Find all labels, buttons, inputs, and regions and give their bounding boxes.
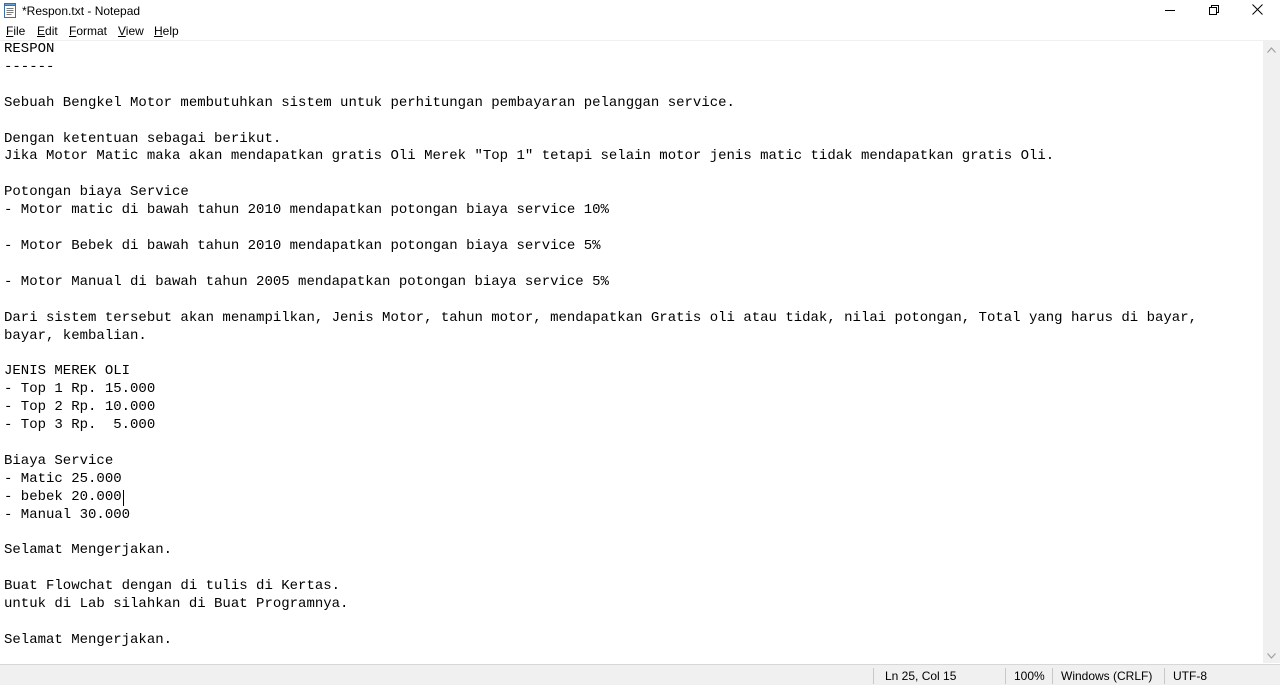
zoom-level: 100%	[1014, 669, 1045, 683]
menu-view[interactable]: View	[118, 24, 144, 38]
menu-view-accelerator: V	[118, 24, 126, 38]
minimize-icon	[1165, 2, 1175, 20]
encoding: UTF-8	[1173, 669, 1207, 683]
menu-view-label: iew	[125, 24, 144, 38]
status-separator	[1005, 668, 1006, 684]
text-editor[interactable]: RESPON ------ Sebuah Bengkel Motor membu…	[0, 40, 1263, 664]
restore-button[interactable]	[1191, 0, 1237, 21]
menu-format[interactable]: Format	[69, 24, 107, 38]
scroll-down-button[interactable]	[1263, 646, 1280, 663]
menu-edit[interactable]: Edit	[37, 24, 58, 38]
window-title: *Respon.txt - Notepad	[22, 4, 141, 18]
status-separator	[873, 668, 874, 684]
menu-file[interactable]: File	[6, 24, 25, 38]
minimize-button[interactable]	[1147, 0, 1193, 21]
cursor-position: Ln 25, Col 15	[885, 669, 957, 683]
menu-help-accelerator: H	[154, 24, 163, 38]
status-separator	[1052, 668, 1053, 684]
notepad-window: *Respon.txt - Notepad File Edit Format V…	[0, 0, 1280, 685]
menu-file-label: ile	[13, 24, 26, 38]
text-caret	[123, 490, 124, 506]
chevron-up-icon	[1267, 40, 1276, 58]
menu-help-label: elp	[162, 24, 179, 38]
status-bar: Ln 25, Col 15 100% Windows (CRLF) UTF-8	[0, 664, 1280, 685]
status-separator	[1164, 668, 1165, 684]
title-bar[interactable]: *Respon.txt - Notepad	[0, 0, 1280, 21]
menu-edit-accelerator: E	[37, 24, 46, 38]
menu-format-label: ormat	[76, 24, 108, 38]
vertical-scrollbar[interactable]	[1263, 40, 1280, 663]
close-button[interactable]	[1234, 0, 1280, 21]
chevron-down-icon	[1267, 646, 1276, 664]
editor-content[interactable]: RESPON ------ Sebuah Bengkel Motor membu…	[4, 41, 1197, 650]
menu-edit-label: dit	[45, 24, 58, 38]
menu-bar: File Edit Format View Help	[0, 21, 1280, 40]
scroll-up-button[interactable]	[1263, 40, 1280, 57]
restore-icon	[1209, 2, 1219, 20]
close-icon	[1251, 2, 1263, 20]
line-ending: Windows (CRLF)	[1061, 669, 1153, 683]
menu-help[interactable]: Help	[154, 24, 179, 38]
notepad-icon	[4, 3, 16, 18]
